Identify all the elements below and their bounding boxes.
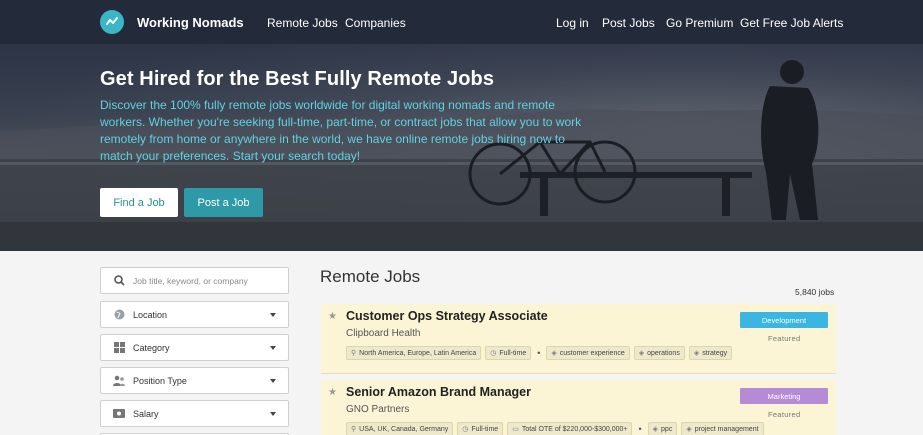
category-badge[interactable]: Marketing	[740, 388, 828, 404]
company-name[interactable]: GNO Partners	[346, 404, 409, 415]
position-type-select[interactable]: Position Type	[100, 367, 289, 394]
grid-icon	[113, 342, 125, 354]
map-pin-icon: ⚲	[351, 426, 357, 433]
nav-job-alerts[interactable]: Get Free Job Alerts	[740, 16, 843, 30]
company-name[interactable]: Clipboard Health	[346, 328, 421, 339]
logo-icon[interactable]	[100, 10, 124, 34]
location-tag: ⚲ North America, Europe, Latin America	[346, 346, 482, 360]
hero-title: Get Hired for the Best Fully Remote Jobs	[100, 68, 495, 90]
type-text: Full-time	[499, 350, 527, 357]
location-label: Location	[133, 309, 168, 320]
featured-label: Featured	[768, 410, 801, 419]
location-text: USA, UK, Canada, Germany	[359, 426, 449, 433]
category-label: Category	[133, 342, 170, 353]
salary-select[interactable]: Salary	[100, 400, 289, 427]
skill-tag[interactable]: ◈ ppc	[647, 422, 678, 435]
brand-name[interactable]: Working Nomads	[137, 15, 244, 30]
skill-text: ppc	[661, 426, 673, 433]
search-input[interactable]: Job title, keyword, or company	[100, 267, 289, 294]
location-select[interactable]: Location	[100, 301, 289, 328]
people-icon	[113, 375, 125, 387]
separator-dot: •	[638, 424, 642, 434]
job-card[interactable]: ★ Senior Amazon Brand Manager GNO Partne…	[321, 380, 836, 435]
tag-icon: ◈	[638, 350, 645, 357]
category-select[interactable]: Category	[100, 334, 289, 361]
nav-companies[interactable]: Companies	[345, 16, 406, 30]
job-tags: ⚲ North America, Europe, Latin America ◷ F…	[346, 346, 733, 360]
clock-icon: ◷	[490, 350, 497, 357]
tag-icon: ◈	[652, 426, 659, 433]
skill-text: customer experience	[559, 350, 625, 357]
type-tag: ◷ Full-time	[485, 346, 532, 360]
nav-log-in[interactable]: Log in	[556, 16, 589, 30]
chevron-down-icon	[270, 345, 276, 350]
job-count: 5,840 jobs	[795, 287, 835, 297]
page-title: Remote Jobs	[320, 267, 421, 286]
hero-description: Discover the 100% fully remote jobs worl…	[100, 98, 582, 163]
chevron-down-icon	[270, 378, 276, 383]
search-placeholder: Job title, keyword, or company	[133, 275, 248, 286]
map-pin-icon: ⚲	[351, 350, 357, 357]
money-icon	[113, 408, 125, 420]
tag-icon: ◈	[686, 426, 692, 433]
job-title[interactable]: Senior Amazon Brand Manager	[346, 385, 531, 399]
skill-text: operations	[647, 350, 680, 357]
location-tag: ⚲ USA, UK, Canada, Germany	[346, 422, 454, 435]
globe-icon	[113, 309, 125, 321]
skill-tag[interactable]: ◈ project management	[681, 422, 764, 435]
location-text: North America, Europe, Latin America	[359, 350, 477, 357]
skill-text: strategy	[702, 350, 728, 357]
category-badge[interactable]: Development	[740, 312, 828, 328]
top-nav-bar: Working Nomads Remote Jobs Companies Log…	[0, 0, 923, 44]
type-text: Full-time	[471, 426, 499, 433]
skill-tag[interactable]: ◈ customer experience	[546, 346, 630, 360]
tag-icon: ◈	[551, 350, 557, 357]
skill-tag[interactable]: ◈ strategy	[688, 346, 733, 360]
featured-label: Featured	[768, 334, 801, 343]
salary-label: Salary	[133, 408, 159, 419]
money-icon: ▭	[512, 426, 519, 433]
hero-banner: Get Hired for the Best Fully Remote Jobs…	[0, 44, 923, 251]
position-type-label: Position Type	[133, 375, 187, 386]
search-icon	[113, 275, 125, 287]
job-tags: ⚲ USA, UK, Canada, Germany ◷ Full-time ▭ To…	[346, 422, 764, 435]
salary-tag: ▭ Total OTE of $220,000-$300,000+	[507, 422, 633, 435]
chevron-down-icon	[270, 312, 276, 317]
star-icon[interactable]: ★	[328, 387, 337, 398]
job-card[interactable]: ★ Customer Ops Strategy Associate Clipbo…	[321, 304, 836, 374]
star-icon[interactable]: ★	[328, 311, 337, 322]
find-job-button[interactable]: Find a Job	[100, 188, 178, 217]
separator-dot: •	[537, 348, 541, 358]
tag-icon: ◈	[693, 350, 700, 357]
nav-go-premium[interactable]: Go Premium	[666, 16, 733, 30]
nav-remote-jobs[interactable]: Remote Jobs	[267, 16, 338, 30]
type-tag: ◷ Full-time	[457, 422, 504, 435]
nav-post-jobs[interactable]: Post Jobs	[602, 16, 655, 30]
post-job-button[interactable]: Post a Job	[184, 188, 263, 217]
salary-text: Total OTE of $220,000-$300,000+	[521, 426, 628, 433]
skill-text: project management	[694, 426, 759, 433]
skill-tag[interactable]: ◈ operations	[633, 346, 685, 360]
clock-icon: ◷	[462, 426, 469, 433]
job-title[interactable]: Customer Ops Strategy Associate	[346, 309, 548, 323]
chevron-down-icon	[270, 411, 276, 416]
